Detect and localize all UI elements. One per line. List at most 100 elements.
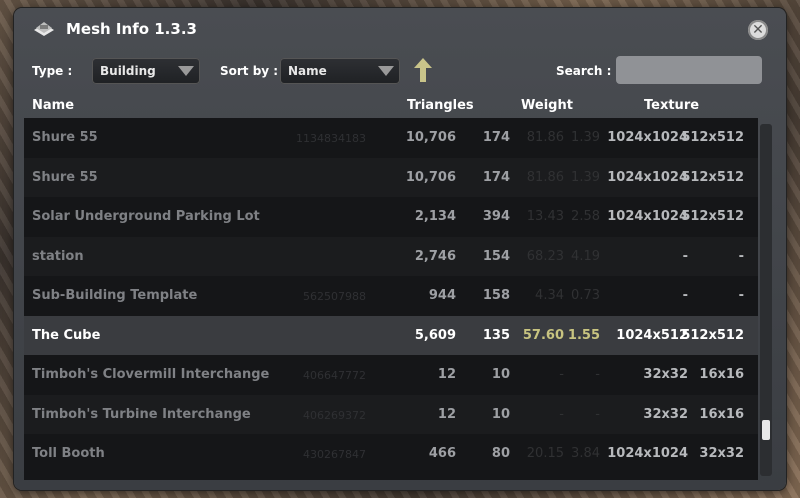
- close-button[interactable]: ✕: [748, 20, 768, 40]
- texture-size: 1024x512: [616, 327, 688, 343]
- lod-weight-value: 3.84: [571, 446, 600, 461]
- triangle-count: 10,706: [405, 130, 456, 145]
- building-icon: [34, 22, 54, 36]
- table-row[interactable]: Timboh's Turbine Interchange 406269372 12 1…: [24, 394, 758, 434]
- lod-triangle-count: 135: [482, 327, 510, 343]
- texture-size: -: [682, 248, 688, 264]
- lod-texture-size: 512x512: [681, 130, 744, 145]
- column-header-name[interactable]: Name: [32, 98, 74, 113]
- triangle-count: 12: [437, 406, 456, 422]
- weight-value: 57.60: [522, 327, 564, 343]
- mesh-name: Sub-Building Template: [32, 288, 198, 303]
- window-title: Mesh Info 1.3.3: [66, 20, 197, 38]
- weight-value: 81.86: [526, 169, 564, 185]
- lod-triangle-count: 154: [482, 248, 510, 264]
- mesh-name: Timboh's Clovermill Interchange: [32, 367, 270, 382]
- chevron-down-icon: [178, 66, 194, 76]
- table-row[interactable]: Sub-Building Template 562507988 944 158 4.34…: [24, 276, 758, 316]
- lod-triangle-count: 80: [491, 446, 510, 461]
- lod-texture-size: -: [738, 248, 744, 264]
- lod-weight-value: 2.58: [571, 209, 600, 224]
- texture-size: 1024x1024: [607, 209, 688, 224]
- weight-value: 68.23: [526, 248, 564, 264]
- table-row[interactable]: Shure 55 10,706 174 81.86 1.39 1024x1024 512x5…: [24, 157, 758, 197]
- triangle-count: 2,746: [414, 248, 456, 264]
- mesh-name: station: [32, 248, 84, 264]
- search-input[interactable]: [616, 56, 762, 84]
- type-dropdown-value: Building: [100, 64, 156, 78]
- texture-size: 1024x1024: [607, 169, 688, 185]
- triangle-count: 2,134: [414, 209, 456, 224]
- workshop-id: 406269372: [303, 408, 366, 422]
- lod-weight-value: 1.39: [571, 130, 600, 145]
- lod-texture-size: 512x512: [681, 327, 744, 343]
- sortby-dropdown-value: Name: [288, 64, 327, 78]
- lod-triangle-count: 174: [482, 169, 510, 185]
- lod-weight-value: 1.39: [571, 169, 600, 185]
- lod-texture-size: 16x16: [699, 367, 744, 382]
- texture-size: 1024x1024: [607, 130, 688, 145]
- lod-weight-value: 0.73: [571, 288, 600, 303]
- lod-texture-size: 512x512: [681, 209, 744, 224]
- filter-bar: Type : Building Sort by : Name Search :: [14, 56, 786, 88]
- lod-triangle-count: 174: [482, 130, 510, 145]
- lod-triangle-count: 158: [482, 288, 510, 303]
- type-dropdown[interactable]: Building: [92, 58, 200, 84]
- triangle-count: 466: [428, 446, 456, 461]
- triangle-count: 12: [437, 367, 456, 382]
- lod-texture-size: -: [738, 288, 744, 303]
- scrollbar[interactable]: [760, 124, 772, 476]
- weight-value: -: [559, 406, 564, 422]
- table-header: Name Triangles Weight Texture: [14, 96, 786, 116]
- chevron-down-icon: [378, 66, 394, 76]
- texture-size: 32x32: [643, 367, 688, 382]
- column-header-texture[interactable]: Texture: [644, 98, 699, 113]
- workshop-id: 562507988: [303, 290, 366, 303]
- weight-value: -: [559, 367, 564, 382]
- lod-triangle-count: 10: [491, 367, 510, 382]
- triangle-count: 944: [428, 288, 456, 303]
- workshop-id: 430267847: [303, 448, 366, 461]
- workshop-id: 1134834183: [296, 132, 366, 145]
- mesh-table: Shure 55 1134834183 10,706 174 81.86 1.39 1024…: [24, 118, 758, 480]
- workshop-id: 406647772: [303, 369, 366, 382]
- lod-triangle-count: 394: [482, 209, 510, 224]
- weight-value: 20.15: [526, 446, 564, 461]
- table-row[interactable]: Toll Booth 430267847 466 80 20.15 3.84 1024x10…: [24, 434, 758, 474]
- table-row[interactable]: Shure 55 1134834183 10,706 174 81.86 1.39 1024…: [24, 118, 758, 158]
- triangle-count: 10,706: [405, 169, 456, 185]
- sortby-label: Sort by :: [220, 64, 279, 78]
- lod-weight-value: -: [595, 367, 600, 382]
- scrollbar-thumb[interactable]: [762, 420, 770, 440]
- weight-value: 13.43: [526, 209, 564, 224]
- type-label: Type :: [32, 64, 73, 78]
- texture-size: -: [682, 288, 688, 303]
- mesh-name: Timboh's Turbine Interchange: [32, 406, 251, 422]
- lod-texture-size: 512x512: [681, 169, 744, 185]
- texture-size: 32x32: [643, 406, 688, 422]
- sortby-dropdown[interactable]: Name: [280, 58, 400, 84]
- triangle-count: 5,609: [414, 327, 456, 343]
- table-row[interactable]: Solar Underground Parking Lot 2,134 394 13.…: [24, 197, 758, 237]
- mesh-name: Solar Underground Parking Lot: [32, 209, 260, 224]
- mesh-name: Shure 55: [32, 130, 98, 145]
- table-row[interactable]: station 2,746 154 68.23 4.19 - -: [24, 236, 758, 276]
- texture-size: 1024x1024: [607, 446, 688, 461]
- table-row[interactable]: Timboh's Clovermill Interchange 406647772…: [24, 355, 758, 395]
- lod-texture-size: 32x32: [699, 446, 744, 461]
- mesh-name: The Cube: [32, 327, 101, 343]
- column-header-triangles[interactable]: Triangles: [407, 98, 474, 113]
- search-label: Search :: [556, 64, 612, 78]
- lod-weight-value: -: [595, 406, 600, 422]
- title-bar[interactable]: Mesh Info 1.3.3 ✕: [14, 8, 786, 52]
- sort-ascending-icon[interactable]: [414, 58, 432, 82]
- weight-value: 81.86: [526, 130, 564, 145]
- mesh-name: Toll Booth: [32, 446, 105, 461]
- table-row[interactable]: The Cube 5,609 135 57.60 1.55 1024x512 512x512: [24, 315, 758, 355]
- lod-weight-value: 4.19: [571, 248, 600, 264]
- lod-weight-value: 1.55: [567, 327, 600, 343]
- lod-texture-size: 16x16: [699, 406, 744, 422]
- close-icon: ✕: [752, 22, 764, 38]
- lod-triangle-count: 10: [491, 406, 510, 422]
- column-header-weight[interactable]: Weight: [521, 98, 573, 113]
